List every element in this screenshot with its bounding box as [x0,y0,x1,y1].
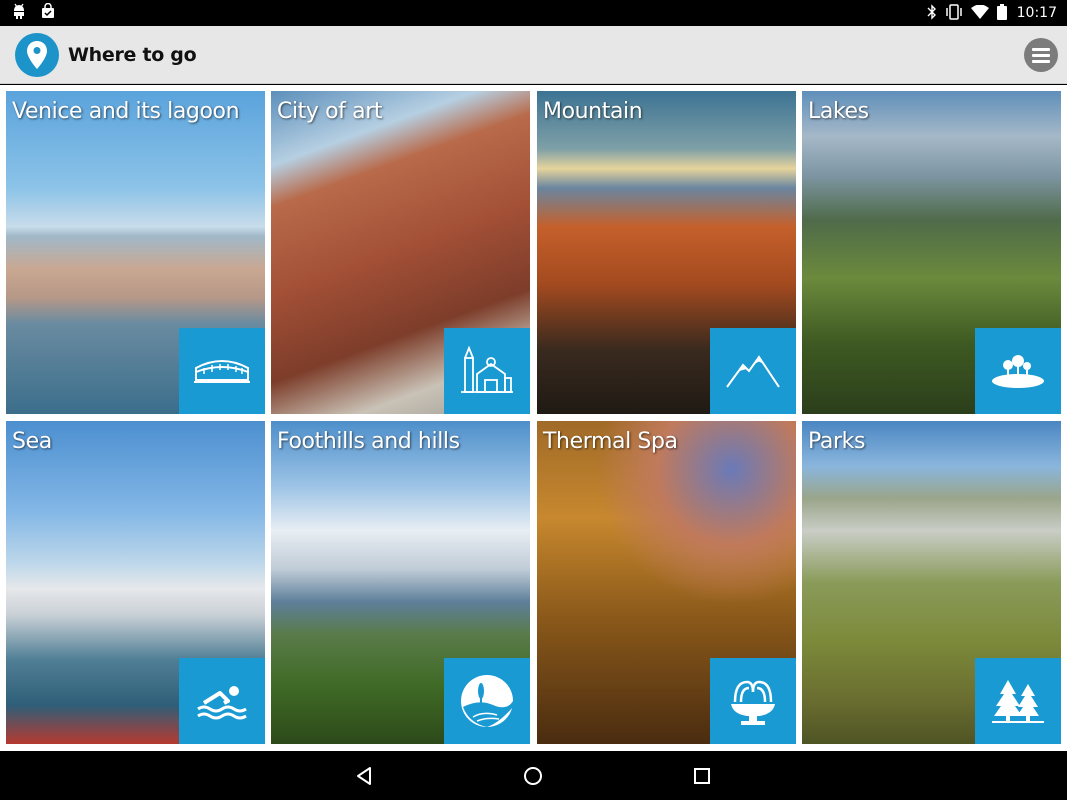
tile-label: Foothills and hills [277,429,460,454]
mountain-icon [710,328,796,414]
tile-foothills-and-hills[interactable]: Foothills and hills [271,421,530,744]
hills-icon [444,658,530,744]
destination-grid: Venice and its lagoon City of art Mounta… [0,85,1067,751]
tile-label: Mountain [543,99,643,124]
swimmer-icon [179,658,265,744]
tile-venice-and-its-lagoon[interactable]: Venice and its lagoon [6,91,265,414]
bluetooth-icon [927,3,937,23]
recents-icon[interactable] [689,763,715,789]
tile-parks[interactable]: Parks [802,421,1061,744]
page-title: Where to go [68,44,197,66]
tile-label: Sea [12,429,52,454]
navigation-bar [0,751,1067,800]
pine-trees-icon [975,658,1061,744]
city-buildings-icon [444,328,530,414]
tile-label: Parks [808,429,866,454]
tile-thermal-spa[interactable]: Thermal Spa [537,421,796,744]
tile-lakes[interactable]: Lakes [802,91,1061,414]
tile-label: City of art [277,99,383,124]
back-icon[interactable] [351,763,377,789]
app-bar: Where to go [0,26,1067,84]
tile-label: Lakes [808,99,869,124]
tile-sea[interactable]: Sea [6,421,265,744]
tile-city-of-art[interactable]: City of art [271,91,530,414]
map-pin-icon[interactable] [15,33,59,77]
status-bar: 10:17 [0,0,1067,26]
hamburger-menu-icon[interactable] [1024,38,1058,72]
lake-trees-icon [975,328,1061,414]
tile-label: Thermal Spa [543,429,678,454]
battery-icon [996,3,1007,23]
android-debug-icon [12,3,26,24]
vibrate-icon [945,3,963,23]
home-icon[interactable] [520,763,546,789]
shopping-bag-icon [40,2,56,24]
fountain-icon [710,658,796,744]
bridge-icon [179,328,265,414]
tile-mountain[interactable]: Mountain [537,91,796,414]
status-time: 10:17 [1016,5,1057,21]
wifi-icon [970,4,989,22]
tile-label: Venice and its lagoon [12,99,240,124]
